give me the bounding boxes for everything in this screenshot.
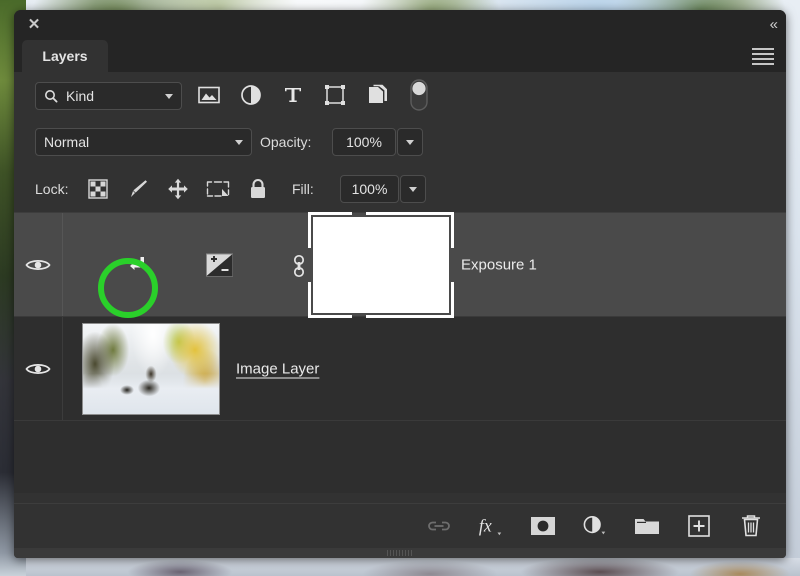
column-divider <box>62 213 63 316</box>
link-mask-icon[interactable] <box>292 254 306 277</box>
clipping-mask-arrow-icon[interactable] <box>126 254 148 276</box>
chevron-down-icon <box>165 93 173 99</box>
table-row[interactable]: Image Layer <box>14 317 786 421</box>
lock-image-pixels-icon[interactable] <box>126 176 150 202</box>
fill-label: Fill: <box>292 181 314 197</box>
fill-input[interactable]: 100% <box>340 175 399 203</box>
new-layer-icon[interactable] <box>686 511 712 541</box>
opacity-input[interactable]: 100% <box>332 128 396 156</box>
filter-toggle-switch[interactable] <box>407 79 431 111</box>
table-row[interactable]: Exposure 1 <box>14 211 786 318</box>
layer-mask-thumbnail[interactable] <box>313 216 449 313</box>
opacity-value: 100% <box>346 134 382 150</box>
panel-titlebar: ✕ « <box>14 10 786 40</box>
menu-line <box>752 58 774 60</box>
chevron-down-icon <box>406 139 414 145</box>
layers-panel: ✕ « Layers Kind Normal Opacity: 100% Loc… <box>14 10 786 558</box>
layer-thumbnail[interactable] <box>82 322 220 415</box>
link-layers-icon[interactable] <box>426 511 452 541</box>
layer-style-fx-icon[interactable]: fx <box>478 511 504 541</box>
lock-position-icon[interactable] <box>166 176 190 202</box>
layer-visibility-toggle[interactable] <box>14 213 62 316</box>
delete-layer-icon[interactable] <box>738 511 764 541</box>
menu-line <box>752 48 774 50</box>
chevron-down-icon <box>409 186 417 192</box>
exposure-adjustment-icon[interactable] <box>206 253 233 276</box>
tab-layers-label: Layers <box>42 48 88 64</box>
filter-bar: Kind <box>14 72 786 120</box>
resize-grip-handle[interactable] <box>387 550 413 556</box>
lock-bar: Lock: Fill: 100% <box>14 168 786 212</box>
filter-pixel-layers-icon[interactable] <box>197 81 221 109</box>
svg-text:fx: fx <box>479 516 492 536</box>
filter-smart-object-icon[interactable] <box>365 81 389 109</box>
layer-name[interactable]: Exposure 1 <box>461 256 537 273</box>
bottom-toolbar-buttons: fx <box>426 504 764 548</box>
filter-adjustment-layers-icon[interactable] <box>239 81 263 109</box>
panel-tabstrip: Layers <box>14 40 786 72</box>
menu-line <box>752 63 774 65</box>
eye-icon <box>25 259 51 270</box>
opacity-label: Opacity: <box>260 134 312 150</box>
tab-layers[interactable]: Layers <box>22 40 108 72</box>
layer-name[interactable]: Image Layer <box>236 360 319 377</box>
layers-list-empty-area <box>14 421 786 493</box>
new-group-icon[interactable] <box>634 511 660 541</box>
new-adjustment-layer-icon[interactable] <box>582 511 608 541</box>
layers-list: Exposure 1 Image Layer <box>14 211 786 493</box>
lock-transparent-pixels-icon[interactable] <box>86 176 110 202</box>
fill-value: 100% <box>351 181 388 197</box>
fill-stepper-button[interactable] <box>400 175 426 203</box>
column-divider <box>62 317 63 420</box>
lock-buttons <box>86 176 270 202</box>
menu-line <box>752 53 774 55</box>
chevron-down-icon <box>235 139 243 145</box>
filter-type-buttons <box>197 79 431 111</box>
close-icon[interactable]: ✕ <box>25 16 43 34</box>
blend-mode-dropdown[interactable]: Normal <box>35 128 252 156</box>
panel-resize-footer[interactable] <box>14 548 786 558</box>
background-photo-bottom <box>0 558 800 576</box>
filter-kind-label: Kind <box>66 88 95 104</box>
eye-icon <box>25 363 51 374</box>
search-icon <box>45 90 58 103</box>
lock-artboard-nesting-icon[interactable] <box>206 176 230 202</box>
filter-shape-layers-icon[interactable] <box>323 81 347 109</box>
lock-all-icon[interactable] <box>246 176 270 202</box>
filter-kind-dropdown[interactable]: Kind <box>35 82 182 110</box>
collapse-panel-icon[interactable]: « <box>770 15 778 35</box>
add-layer-mask-icon[interactable] <box>530 511 556 541</box>
layer-visibility-toggle[interactable] <box>14 317 62 420</box>
filter-type-layers-icon[interactable] <box>281 81 305 109</box>
blend-mode-value: Normal <box>44 134 90 150</box>
opacity-stepper-button[interactable] <box>397 128 423 156</box>
layers-bottom-toolbar: fx <box>14 503 786 548</box>
lock-label: Lock: <box>35 181 69 197</box>
panel-menu-icon[interactable] <box>752 48 774 65</box>
blend-mode-bar: Normal Opacity: 100% <box>14 120 786 168</box>
